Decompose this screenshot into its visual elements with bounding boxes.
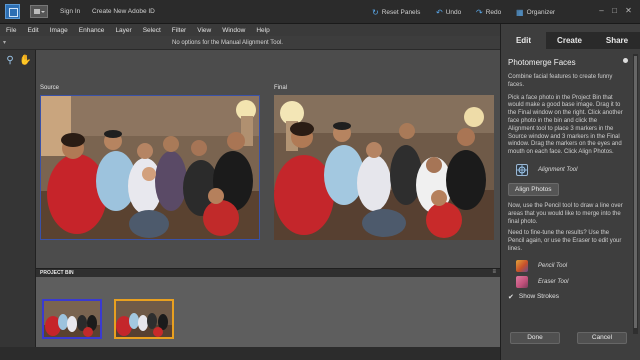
tab-share[interactable]: Share: [593, 32, 640, 49]
menu-help[interactable]: Help: [256, 27, 269, 34]
checkmark-icon: ✔: [508, 293, 514, 301]
final-photo[interactable]: [274, 95, 494, 240]
source-photo[interactable]: [40, 95, 260, 240]
eraser-tool-row[interactable]: Eraser Tool: [508, 275, 625, 289]
finetune-text: Need to fine-tune the results? Use the P…: [508, 230, 622, 252]
menu-image[interactable]: Image: [50, 27, 68, 34]
show-strokes-checkbox[interactable]: ✔ Show Strokes: [508, 293, 625, 301]
panel-title: Photomerge Faces: [508, 58, 576, 67]
bottom-status-bar: [0, 347, 500, 360]
final-family-photo-image: [274, 95, 494, 240]
photoshop-elements-logo-icon: [5, 4, 20, 19]
pencil-instructions-text: Now, use the Pencil tool to draw a line …: [508, 202, 623, 225]
organizer-icon: ▦: [516, 7, 524, 17]
zoom-tool-icon[interactable]: ⚲: [4, 55, 16, 67]
cancel-button[interactable]: Cancel: [577, 332, 627, 344]
alignment-tool-row[interactable]: Alignment Tool: [508, 163, 625, 177]
thumbnail-image: [116, 301, 172, 337]
reset-panels-label: Reset Panels: [381, 8, 421, 16]
sign-in-link[interactable]: Sign In: [60, 8, 80, 15]
maximize-icon[interactable]: □: [610, 6, 619, 15]
pencil-tool-row[interactable]: Pencil Tool: [508, 259, 625, 273]
menu-bar: File Edit Image Enhance Layer Select Fil…: [0, 24, 500, 36]
alignment-tool-icon: [516, 163, 528, 176]
top-bar: Sign In Create New Adobe ID ↻ Reset Pane…: [0, 0, 640, 24]
menu-enhance[interactable]: Enhance: [79, 27, 105, 34]
options-collapse-icon[interactable]: ▾: [3, 39, 6, 46]
hand-tool-icon[interactable]: ✋: [19, 55, 31, 67]
project-bin-title: PROJECT BIN: [40, 270, 74, 276]
menu-file[interactable]: File: [6, 27, 16, 34]
undo-icon: ↶: [436, 7, 443, 17]
create-adobe-id-link[interactable]: Create New Adobe ID: [92, 8, 155, 15]
options-message: No options for the Manual Alignment Tool…: [172, 40, 283, 46]
layout-menu-button[interactable]: [30, 5, 48, 18]
redo-button[interactable]: ↷ Redo: [476, 6, 501, 18]
image-workspace: Source Final: [36, 50, 500, 268]
tab-create[interactable]: Create: [546, 32, 593, 49]
done-button[interactable]: Done: [510, 332, 560, 344]
menu-edit[interactable]: Edit: [27, 27, 38, 34]
minimize-icon[interactable]: –: [597, 6, 606, 15]
show-strokes-label: Show Strokes: [518, 293, 559, 301]
panel-tabs: Edit Create Share: [501, 32, 640, 49]
source-family-photo-image: [41, 96, 259, 239]
pencil-tool-icon: [516, 259, 528, 272]
panel-scrollbar[interactable]: [633, 54, 638, 334]
menu-layer[interactable]: Layer: [115, 27, 131, 34]
bin-thumbnail-source[interactable]: [42, 299, 102, 339]
menu-filter[interactable]: Filter: [172, 27, 186, 34]
eraser-tool-label: Eraser Tool: [538, 278, 569, 285]
align-photos-button[interactable]: Align Photos: [508, 182, 559, 196]
menu-select[interactable]: Select: [143, 27, 161, 34]
source-window-label: Source: [40, 85, 60, 91]
tab-edit[interactable]: Edit: [501, 32, 546, 49]
project-bin-menu-icon[interactable]: ≡: [492, 269, 496, 275]
menu-view[interactable]: View: [197, 27, 211, 34]
project-bin: [36, 277, 500, 347]
undo-button[interactable]: ↶ Undo: [436, 6, 461, 18]
photomerge-panel: Photomerge Faces Combine facial features…: [501, 50, 632, 340]
redo-label: Redo: [485, 8, 502, 16]
pin-icon[interactable]: [623, 58, 628, 63]
redo-icon: ↷: [476, 7, 483, 17]
pencil-tool-label: Pencil Tool: [538, 262, 568, 269]
tool-options-bar: ▾ No options for the Manual Alignment To…: [0, 36, 500, 50]
reset-panels-icon: ↻: [372, 7, 379, 17]
alignment-tool-label: Alignment Tool: [538, 166, 578, 173]
right-panel: Edit Create Share Photomerge Faces Combi…: [500, 24, 640, 360]
toolbox: ⚲ ✋: [0, 50, 36, 350]
instructions-text: Pick a face photo in the Project Bin tha…: [508, 94, 623, 156]
organizer-button[interactable]: ▦ Organizer: [516, 6, 555, 18]
undo-label: Undo: [445, 8, 462, 16]
thumbnail-image: [44, 301, 100, 337]
bin-thumbnail-final[interactable]: [114, 299, 174, 339]
reset-panels-button[interactable]: ↻ Reset Panels: [372, 6, 420, 18]
menu-window[interactable]: Window: [222, 27, 245, 34]
intro-text: Combine facial features to create funny …: [508, 74, 613, 88]
eraser-tool-icon: [516, 275, 528, 288]
close-icon[interactable]: ✕: [624, 6, 633, 15]
project-bin-header: PROJECT BIN ≡: [36, 268, 500, 277]
final-window-label: Final: [274, 85, 288, 91]
organizer-label: Organizer: [526, 8, 556, 16]
